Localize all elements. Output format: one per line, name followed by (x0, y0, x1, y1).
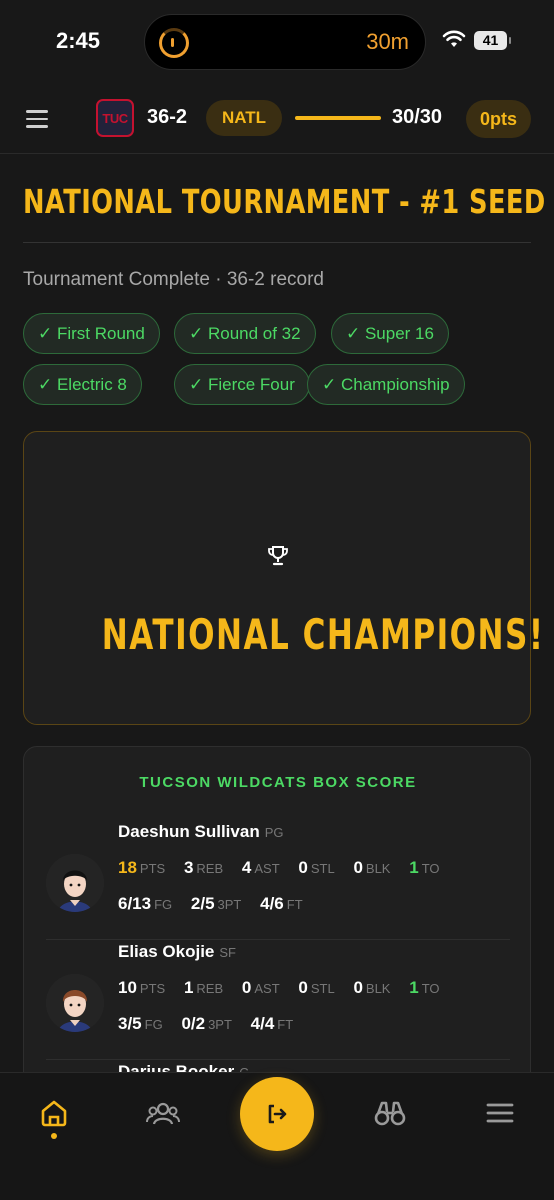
player-name: Daeshun Sullivan PG (118, 822, 284, 841)
points-badge[interactable]: 0pts (466, 100, 531, 138)
team-icon (146, 1102, 180, 1125)
round-chip-championship: ✓ Championship (307, 364, 465, 405)
season-progress-bar (295, 116, 381, 120)
player-position: SF (219, 945, 237, 960)
battery-indicator: 41 (474, 31, 511, 50)
champion-card: NATIONAL CHAMPIONS! (23, 431, 543, 725)
player-shooting-line: 6/13 FG 2/5 3PT 4/6 FT (118, 894, 303, 913)
player-shooting-line: 3/5 FG 0/2 3PT 4/4 FT (118, 1014, 294, 1033)
dynamic-island[interactable]: 30m (144, 14, 426, 70)
player-name: Elias Okojie SF (118, 942, 237, 961)
wifi-icon (442, 30, 466, 47)
status-bar: 2:45 30m 41 (0, 0, 554, 84)
champion-headline: NATIONAL CHAMPIONS! (101, 610, 545, 659)
nav-team[interactable] (143, 1093, 183, 1133)
player-stats-line: 10 PTS 1 REB 0 AST 0 STL 0 BLK 1 TO (118, 978, 440, 997)
island-timer: 30m (366, 29, 409, 54)
round-chip-round-of-32: ✓ Round of 32 (174, 313, 316, 354)
round-chip-super-16: ✓ Super 16 (331, 313, 449, 354)
action-button[interactable] (240, 1077, 314, 1151)
round-chip-first-round: ✓ First Round (23, 313, 160, 354)
round-chip-fierce-four: ✓ Fierce Four (174, 364, 310, 405)
divider (23, 242, 531, 243)
page-title: NATIONAL TOURNAMENT - #1 SEED (23, 182, 546, 221)
team-record: 36-2 (147, 106, 188, 128)
player-stats-line: 18 PTS 3 REB 4 AST 0 STL 0 BLK 1 TO (118, 858, 440, 877)
season-progress-fill (295, 116, 381, 120)
player-row[interactable]: Daeshun Sullivan PG 18 PTS 3 REB 4 AST 0 STL … (46, 822, 510, 940)
player-row[interactable]: Elias Okojie SF 10 PTS 1 REB 0 AST 0 STL 0 BLK… (46, 942, 510, 1060)
stage-badge: NATL (206, 100, 282, 136)
active-indicator (51, 1133, 57, 1139)
nav-scout[interactable] (370, 1093, 410, 1133)
player-position: PG (264, 825, 284, 840)
home-icon (41, 1100, 67, 1127)
nav-more[interactable] (480, 1093, 520, 1133)
trophy-icon (268, 546, 288, 566)
bottom-nav (0, 1072, 554, 1200)
menu-icon (486, 1103, 514, 1123)
timer-ring-icon (159, 28, 189, 58)
team-logo[interactable]: TUC (96, 99, 134, 137)
tournament-status: Tournament Complete · 36-2 record (23, 269, 324, 290)
binoculars-icon (374, 1101, 406, 1126)
team-abbr: TUC (102, 110, 128, 126)
status-time: 2:45 (56, 28, 101, 53)
player-avatar (46, 974, 104, 1032)
round-chip-electric-8: ✓ Electric 8 (23, 364, 142, 405)
games-count: 30/30 (392, 106, 443, 128)
exit-icon (268, 1104, 287, 1124)
nav-home[interactable] (34, 1093, 74, 1133)
box-score-title: TUCSON WILDCATS BOX SCORE (139, 774, 417, 791)
app-header: TUC 36-2 NATL 30/30 0pts (0, 90, 554, 154)
hamburger-menu-icon[interactable] (26, 110, 48, 130)
player-avatar (46, 854, 104, 912)
